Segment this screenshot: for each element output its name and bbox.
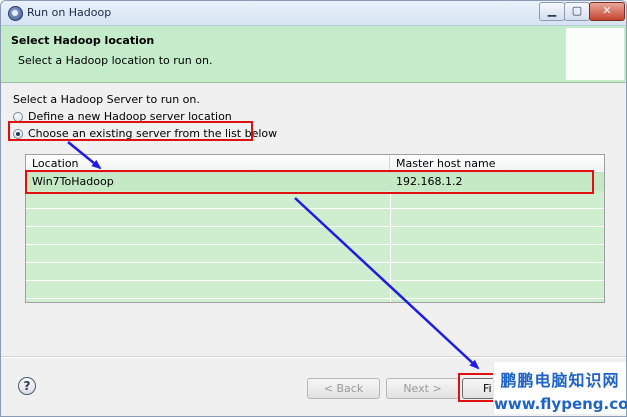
footer-separator [1,356,626,358]
highlight-box-choose-option [8,121,253,141]
maximize-button[interactable]: ▢ [564,2,590,21]
back-button[interactable]: < Back [307,378,380,399]
dialog-window: Run on Hadoop ▁ ▢ ✕ Select Hadoop locati… [0,0,627,417]
watermark-url: www.flypeng.com [494,395,627,413]
next-button[interactable]: Next > [386,378,459,399]
wizard-banner: Select Hadoop location Select a Hadoop l… [1,26,626,83]
banner-image [565,28,624,80]
eclipse-app-icon [8,6,23,21]
highlight-box-table-row [25,170,594,194]
help-icon[interactable]: ? [18,377,36,395]
site-watermark: 鹏鹏电脑知识网 www.flypeng.com [493,362,627,414]
banner-title: Select Hadoop location [11,34,155,47]
title-bar[interactable]: Run on Hadoop ▁ ▢ ✕ [1,1,626,26]
close-button[interactable]: ✕ [589,2,625,21]
server-section-label: Select a Hadoop Server to run on. [13,93,200,106]
banner-subtitle: Select a Hadoop location to run on. [18,54,213,67]
radio-define-new[interactable] [13,111,23,122]
watermark-title: 鹏鹏电脑知识网 [500,371,620,390]
minimize-button[interactable]: ▁ [539,2,565,21]
window-title: Run on Hadoop [27,6,112,19]
